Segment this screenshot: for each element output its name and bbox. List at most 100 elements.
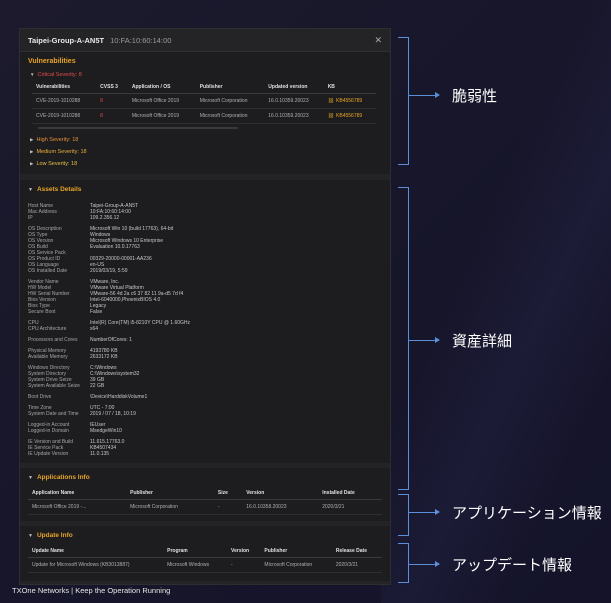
panel-header: Taipei-Group-A-AN5T 10:FA:10:60:14:00 ✕ [20,29,390,52]
table-row[interactable]: Microsoft Office 2019 -... Microsoft Corp… [28,499,382,515]
detail-key: Processors and Cores [28,337,78,343]
column-header: Release Date [331,545,382,558]
table-cell: CVE-2019-1010288 [32,108,97,124]
assets-title: Assets Details [36,186,82,193]
table-row[interactable]: Update for Microsoft Windows (KB3013887)… [28,557,382,573]
low-severity-toggle[interactable]: ▶ Low Severity: 18 [20,158,390,170]
caret-right-icon: ▶ [30,137,34,142]
column-header: Version [242,487,319,500]
detail-key: Boot Drive [28,394,52,400]
caret-down-icon: ▼ [28,533,33,539]
detail-key: IP [28,215,33,221]
table-cell: 8 [96,108,128,124]
cell-text: CVE-2019-1010288 [36,98,81,104]
detail-key: Secure Boot [28,309,56,315]
detail-key: IE Update Version [28,451,69,457]
detail-value: 11.0.135 [90,451,110,457]
detail-value: 22 GB [90,383,105,389]
cell-text: Microsoft Office 2019 [131,98,180,104]
table-cell: 2020/3/21 [318,499,382,515]
table-cell: 16.0.10358.20023 [242,499,319,515]
updates-title: Update Info [36,532,73,539]
assets-section-toggle[interactable]: ▼ Assets Details [20,180,390,199]
vulnerability-table: Vulnerabilities CVSS 3 Application / OS Pub… [32,81,376,124]
link-icon: ⛓ [327,113,335,119]
medium-severity-label: Medium Severity: 18 [36,149,87,155]
updates-arrow [409,561,440,567]
table-row[interactable]: CVE-2019-1010288 8 Microsoft Office 2019 Mi… [32,108,376,124]
applications-section-toggle[interactable]: ▼ Applications Info [20,468,390,487]
detail-value: 109.2.356.12 [90,215,120,221]
table-cell: Update for Microsoft Windows (KB3013887) [28,557,164,573]
table-row[interactable]: CVE-2019-1010288 8 Microsoft Office 2019 Mi… [32,93,376,109]
table-cell[interactable]: ⛓ KB4556789 [323,108,376,124]
cell-text: 16.0.10359.20023 [268,98,309,104]
vulnerabilities-section: Vulnerabilities ▼ Critical Severity: 8 Vu… [20,52,390,174]
detail-key: CPU Architecture [28,326,67,332]
table-cell: Microsoft Office 2019 [127,108,196,124]
table-cell: Microsoft Office 2019 [127,93,196,109]
updates-section-toggle[interactable]: ▼ Update Info [20,526,390,545]
detail-value: False [90,309,103,315]
cell-text: Microsoft Corporation [199,98,248,104]
detail-value: \Device\HarddiskVolume1 [90,394,148,400]
table-cell: - [213,499,243,515]
detail-value: NumberOfCores: 1 [90,337,132,343]
table-cell: Microsoft Corporation [195,108,265,124]
cell-text: KB4556789 [336,98,363,104]
applications-bracket [398,494,409,536]
applications-title: Applications Info [36,474,90,481]
close-icon[interactable]: ✕ [374,35,382,46]
cell-text: 8 [100,113,103,119]
cell-text: Microsoft Office 2019 [131,113,180,119]
caret-right-icon: ▶ [30,161,34,166]
column-header: Version [227,545,261,558]
detail-value: Intel(R) Core(TM) i5-8210Y CPU @ 1.60GHz [90,320,191,326]
assets-section: ▼ Assets Details Host Name Taipei-Group-A-… [20,180,390,463]
asset-detail-panel: Taipei-Group-A-AN5T 10:FA:10:60:14:00 ✕ … [20,29,390,584]
table-cell: 8 [96,93,128,109]
vulnerability-bracket [398,37,409,165]
critical-severity-toggle[interactable]: ▼ Critical Severity: 8 [20,69,390,81]
detail-key: System Available Seize [28,383,80,389]
table-cell: 2020/3/21 [331,557,382,573]
updates-annotation: アップデート情報 [452,556,573,574]
column-header: Vulnerabilities [32,81,97,94]
assets-annotation: 資産詳細 [452,332,513,350]
detail-key: OS Installed Date [28,268,68,274]
footer-tagline: TXOne Networks | Keep the Operation Runn… [12,586,171,595]
medium-severity-toggle[interactable]: ▶ Medium Severity: 18 [20,146,390,158]
table-cell: - [227,557,261,573]
column-header: Size [213,487,243,500]
assets-bracket [398,187,409,490]
detail-value: 2019 / 07 / 18, 10:19 [90,411,136,417]
column-header: Application / OS [127,81,196,94]
column-header: Application Name [28,487,127,500]
updates-section: ▼ Update Info Update Name Program Version Pu… [20,526,390,581]
table-cell: Microsoft Corporation [195,93,265,109]
link-icon: ⛓ [327,98,335,104]
table-cell: 16.0.10359.20023 [264,93,324,109]
detail-value: MsedgeWin10 [90,428,122,434]
caret-down-icon: ▼ [28,187,33,193]
vulnerability-arrow [409,92,440,98]
cell-text: 16.0.10359.20023 [268,113,309,119]
high-severity-toggle[interactable]: ▶ High Severity: 18 [20,134,390,146]
vulnerabilities-title: Vulnerabilities [28,58,76,65]
caret-down-icon: ▼ [28,475,33,481]
applications-arrow [409,509,440,515]
table-cell: Microsoft Windows [163,557,228,573]
hostname-title: Taipei-Group-A-AN5T [28,35,105,45]
table-cell: Microsoft Corporation [126,499,214,515]
detail-value: x64 [90,326,99,332]
column-header: Publisher [260,545,332,558]
vulnerability-annotation: 脆弱性 [452,87,498,105]
table-cell[interactable]: ⛓ KB4556789 [323,93,376,109]
detail-key: Available Memory [28,354,68,360]
column-header: CVSS 3 [96,81,128,94]
applications-table: Application Name Publisher Size Version Inst… [28,487,382,515]
caret-right-icon: ▶ [30,149,34,154]
caret-down-icon: ▼ [30,72,35,77]
column-header: KB [323,81,376,94]
critical-severity-label: Critical Severity: 8 [37,72,82,78]
